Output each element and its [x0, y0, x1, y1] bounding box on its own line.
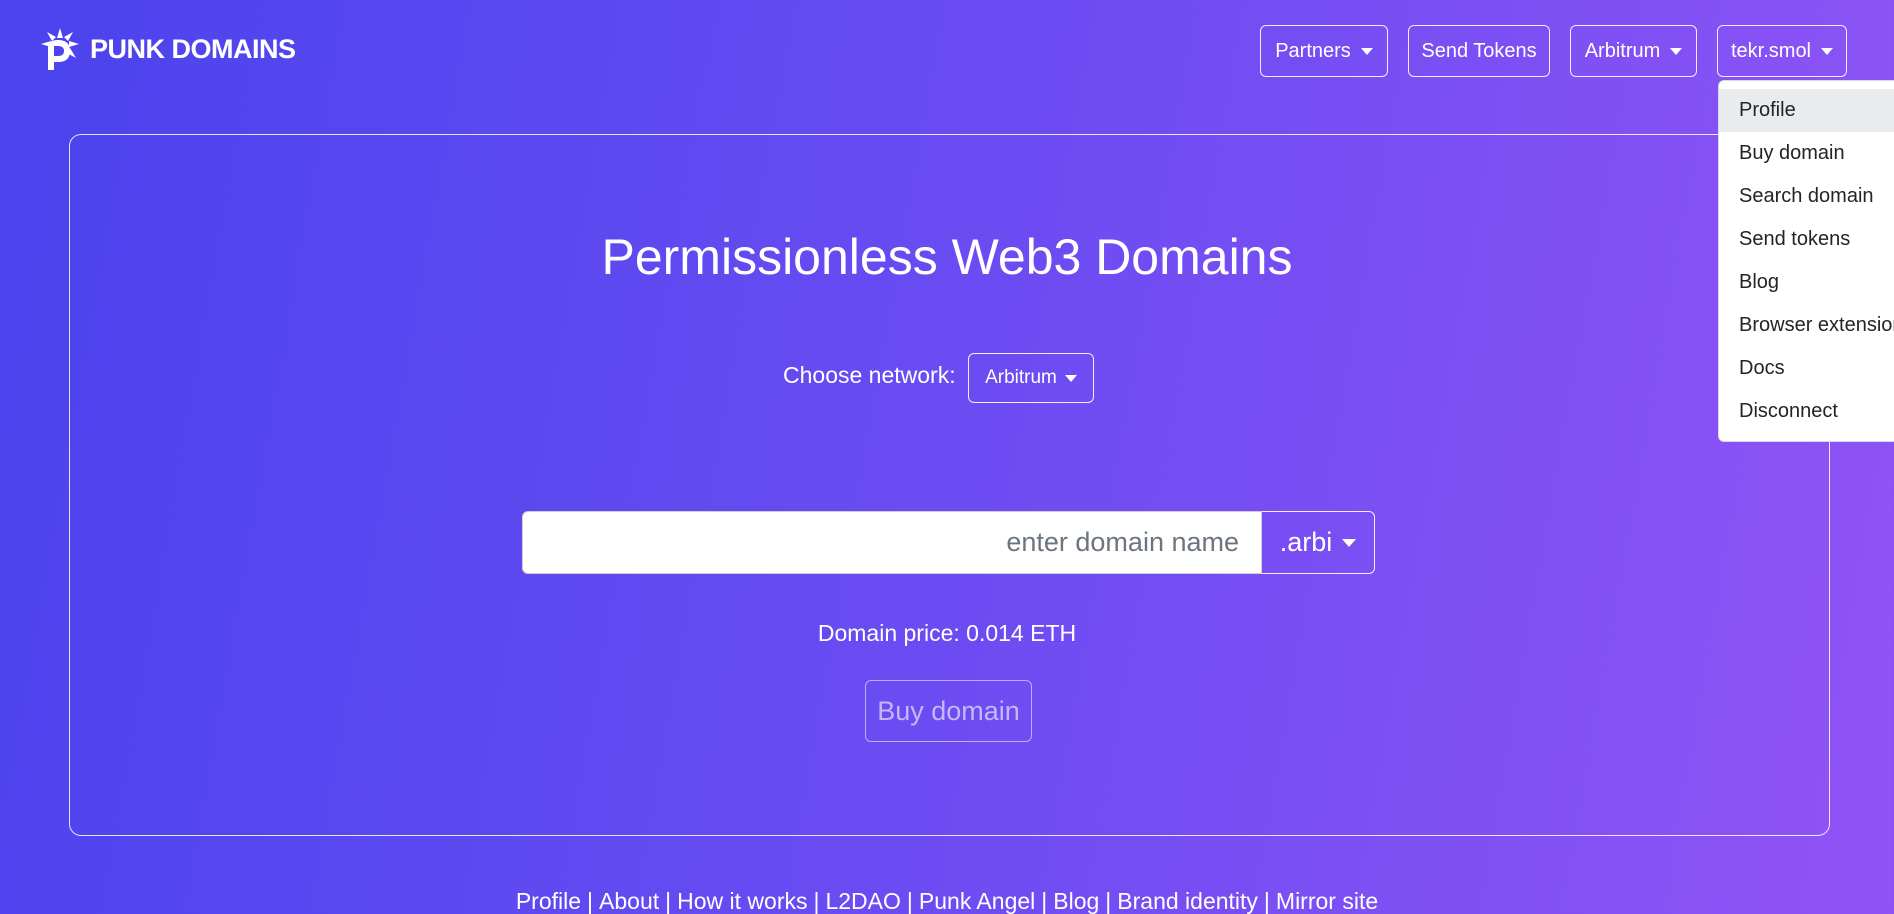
menu-item-send-tokens[interactable]: Send tokens [1719, 218, 1894, 261]
menu-item-profile[interactable]: Profile [1719, 89, 1894, 132]
footer-separator: | [1105, 888, 1112, 914]
punk-logo-icon [41, 28, 79, 70]
footer-separator: | [1041, 888, 1048, 914]
footer-link-punk-angel[interactable]: Punk Angel [919, 888, 1035, 914]
page-title: Permissionless Web3 Domains [601, 229, 1293, 285]
tld-dropdown-button[interactable]: .arbi [1262, 511, 1375, 574]
network-dropdown-button[interactable]: Arbitrum [1570, 25, 1697, 77]
send-tokens-button[interactable]: Send Tokens [1408, 25, 1550, 77]
menu-item-docs[interactable]: Docs [1719, 347, 1894, 390]
footer-separator: | [665, 888, 672, 914]
account-label: tekr.smol [1730, 39, 1812, 62]
chevron-down-icon [1821, 47, 1834, 55]
choose-network-dropdown[interactable]: Arbitrum [968, 353, 1094, 403]
chevron-down-icon [1360, 47, 1373, 55]
footer-link-profile[interactable]: Profile [516, 888, 581, 914]
chevron-down-icon [1670, 47, 1683, 55]
footer-links: Profile | About | How it works | L2DAO | Punk An… [0, 888, 1894, 914]
footer-link-about[interactable]: About [599, 888, 659, 914]
menu-item-disconnect[interactable]: Disconnect [1719, 390, 1894, 433]
footer-separator: | [587, 888, 594, 914]
menu-item-search-domain[interactable]: Search domain [1719, 175, 1894, 218]
account-dropdown-button[interactable]: tekr.smol [1717, 25, 1847, 77]
domain-price: Domain price: 0.014 ETH [817, 620, 1077, 646]
partners-label: Partners [1275, 39, 1351, 62]
chevron-down-icon [1064, 374, 1077, 382]
footer-link-blog[interactable]: Blog [1053, 888, 1099, 914]
chevron-down-icon [1342, 538, 1357, 547]
choose-network-label: Choose network: [783, 362, 956, 388]
footer-separator: | [906, 888, 913, 914]
brand[interactable]: PUNK DOMAINS [40, 26, 296, 72]
footer-link-brand-identity[interactable]: Brand identity [1117, 888, 1258, 914]
footer-link-l2dao[interactable]: L2DAO [825, 888, 900, 914]
domain-input-group: .arbi [522, 511, 1375, 574]
footer-separator: | [813, 888, 820, 914]
footer-separator: | [1263, 888, 1270, 914]
footer-link-mirror-site[interactable]: Mirror site [1276, 888, 1378, 914]
buy-domain-button[interactable]: Buy domain [865, 680, 1032, 742]
footer-link-how-it-works[interactable]: How it works [677, 888, 807, 914]
menu-item-blog[interactable]: Blog [1719, 261, 1894, 304]
tld-value: .arbi [1279, 527, 1333, 557]
send-tokens-label: Send Tokens [1421, 39, 1537, 62]
choose-network-value: Arbitrum [985, 367, 1057, 388]
menu-item-browser-extension[interactable]: Browser extension [1719, 304, 1894, 347]
brand-name: PUNK DOMAINS [90, 33, 296, 64]
partners-dropdown-button[interactable]: Partners [1260, 25, 1388, 77]
navbar: PUNK DOMAINS Partners Send Tokens Arbitr… [0, 0, 1894, 100]
menu-item-buy-domain[interactable]: Buy domain [1719, 132, 1894, 175]
network-label: Arbitrum [1584, 39, 1661, 62]
domain-name-input[interactable] [522, 511, 1262, 574]
account-dropdown-menu: Profile Buy domain Search domain Send to… [1718, 80, 1894, 442]
